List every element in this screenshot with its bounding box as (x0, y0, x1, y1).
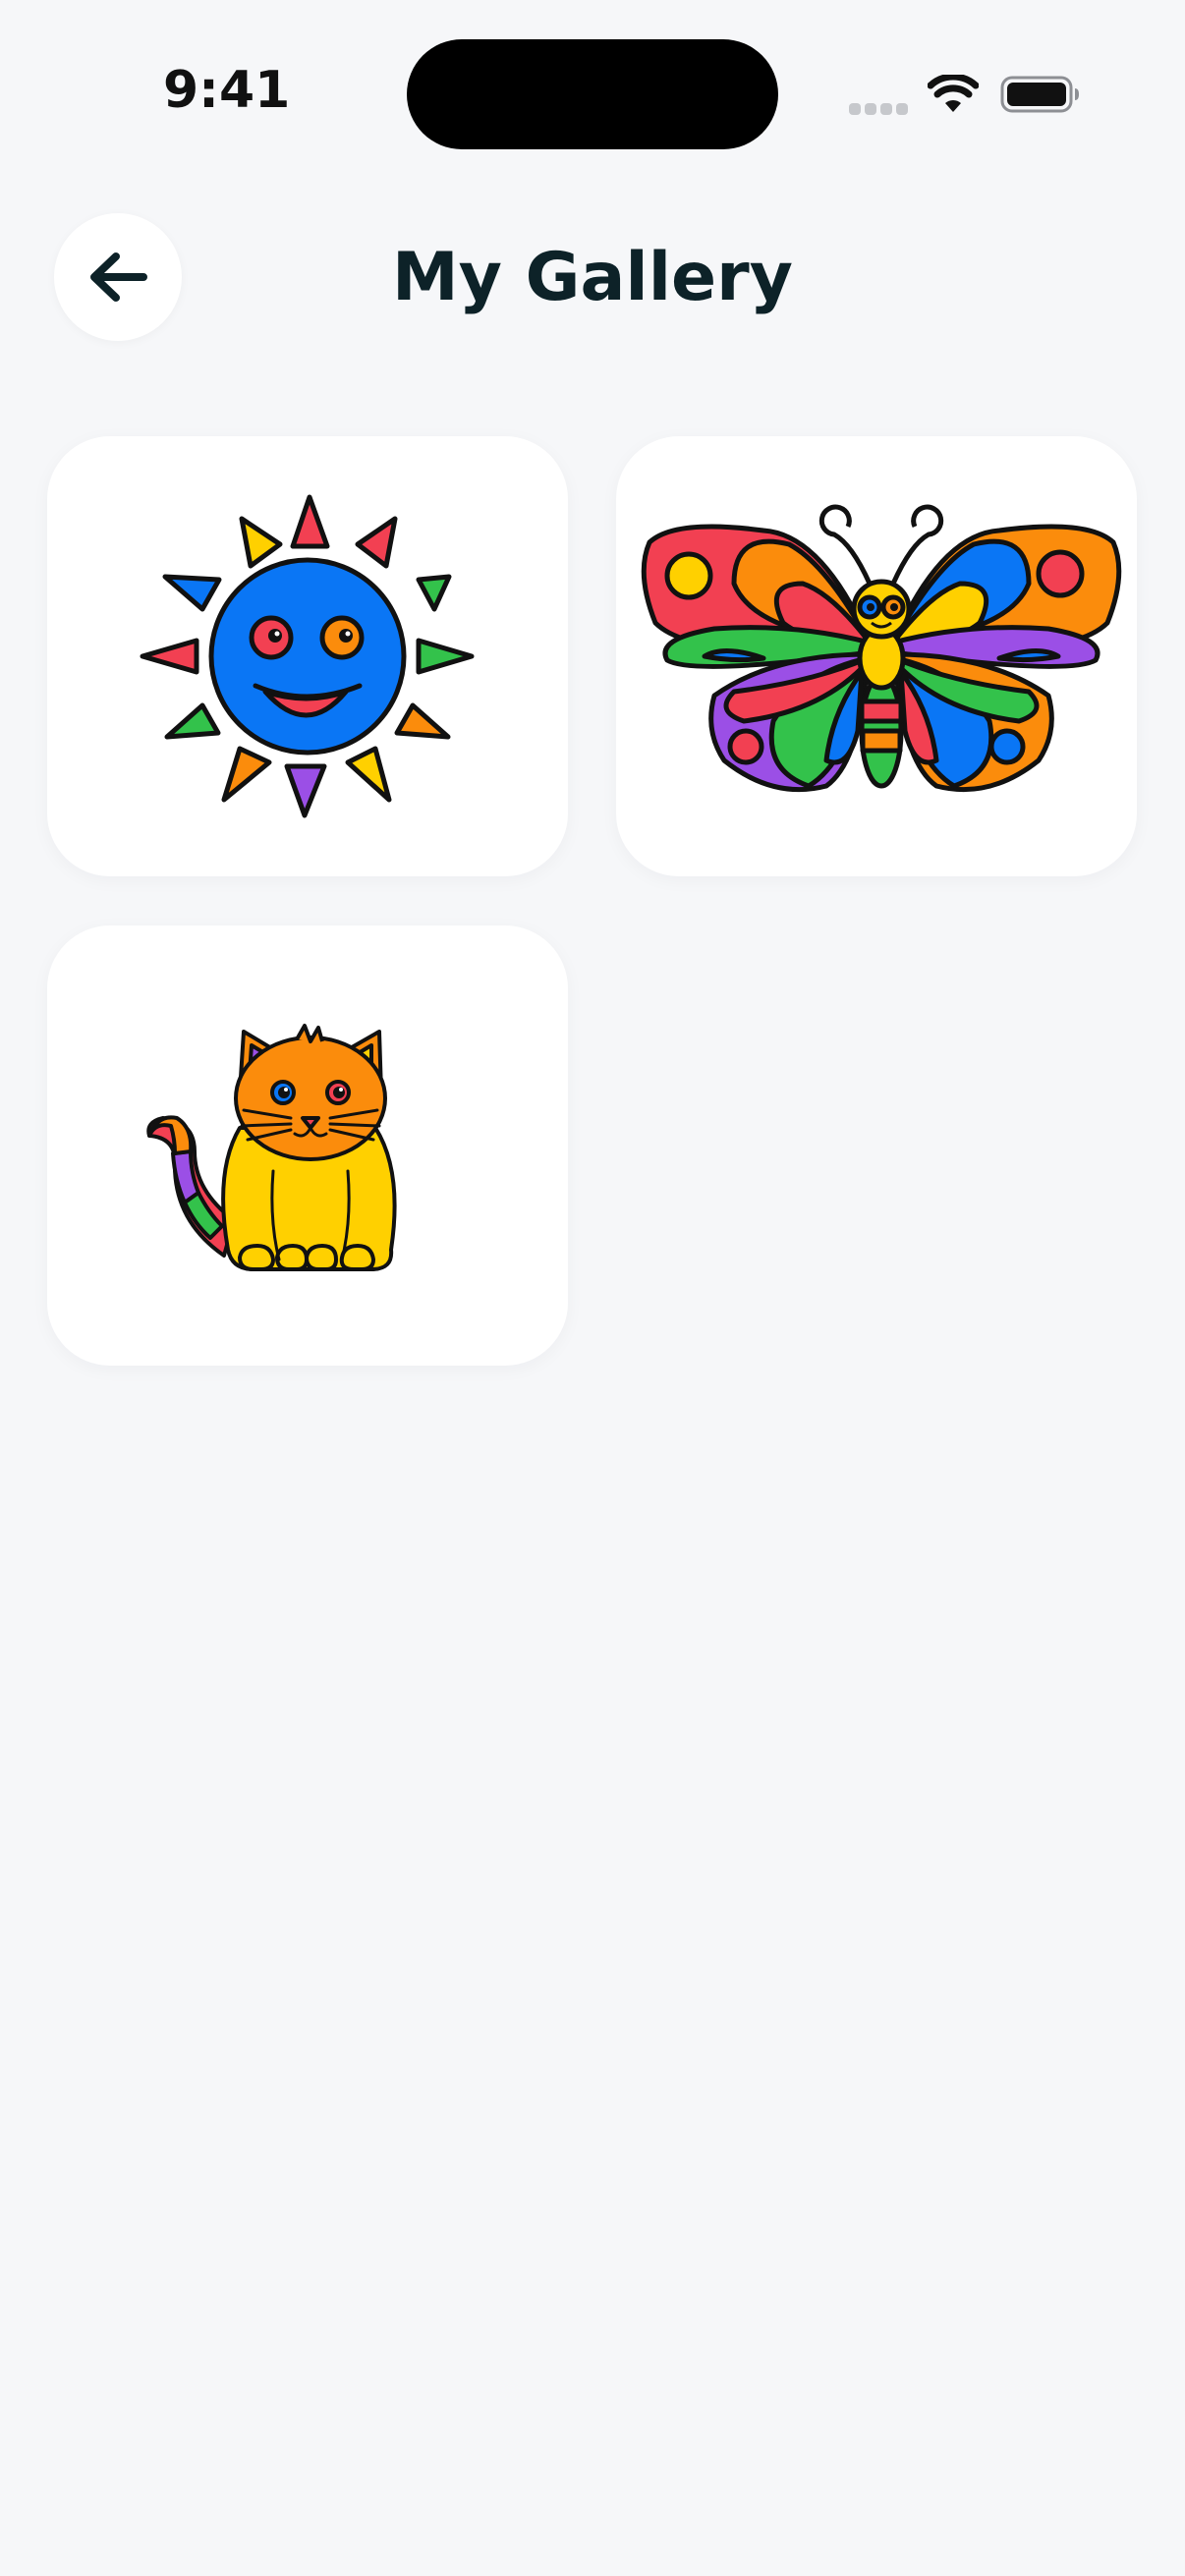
back-button[interactable] (54, 213, 182, 341)
gallery-item-butterfly[interactable] (616, 436, 1137, 876)
sun-drawing (140, 494, 475, 818)
arrow-left-icon (90, 252, 147, 302)
status-time: 9:41 (163, 61, 291, 120)
gallery-item-sun[interactable] (47, 436, 568, 876)
battery-icon (1000, 76, 1079, 113)
wifi-icon (928, 75, 979, 112)
dynamic-island (407, 39, 778, 149)
cellular-signal-icon (849, 103, 908, 115)
page-title: My Gallery (392, 239, 793, 316)
butterfly-drawing (641, 504, 1122, 793)
gallery-screen: 9:41 My Gallery (0, 0, 1185, 2576)
gallery-item-cat[interactable] (47, 925, 568, 1366)
cat-drawing (146, 1024, 397, 1271)
